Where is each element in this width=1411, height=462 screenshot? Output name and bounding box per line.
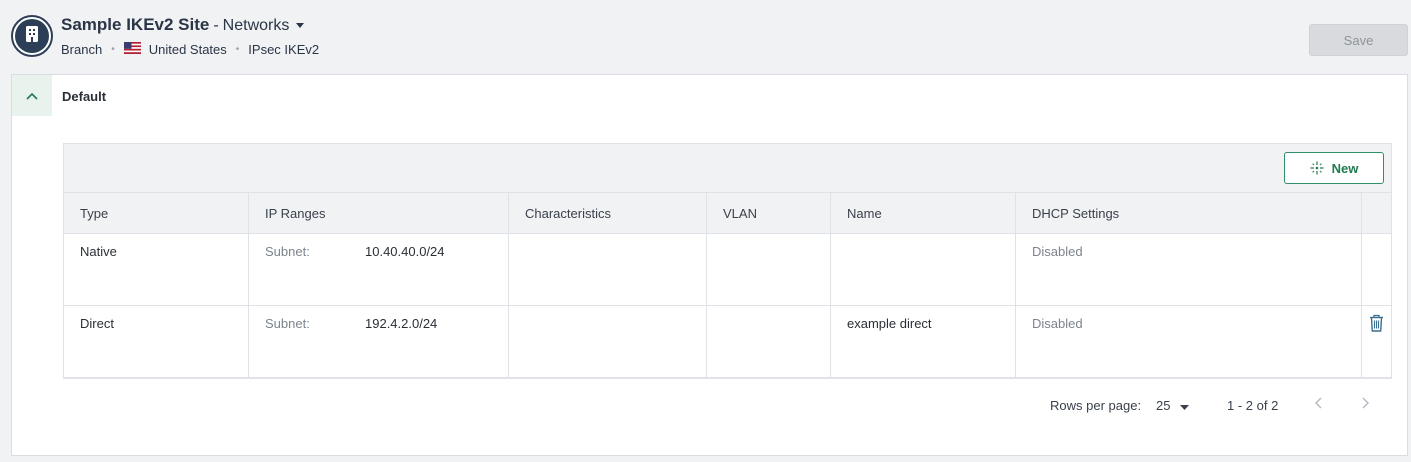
column-label: VLAN <box>723 206 757 221</box>
site-name: Sample IKEv2 Site <box>61 15 210 34</box>
network-type: Direct <box>80 316 114 331</box>
cell-characteristics <box>509 306 707 377</box>
site-country: United States <box>148 42 227 57</box>
networks-table: New Type IP Ranges Characteristics VLAN … <box>63 143 1392 379</box>
cell-ip-ranges: Subnet: 192.4.2.0/24 <box>249 306 509 377</box>
save-button[interactable]: Save <box>1309 24 1408 56</box>
column-header-characteristics[interactable]: Characteristics <box>509 193 707 233</box>
dhcp-status: Disabled <box>1032 316 1083 331</box>
column-label: Characteristics <box>525 206 611 221</box>
cell-type: Native <box>64 234 249 305</box>
column-label: DHCP Settings <box>1032 206 1120 221</box>
sparkle-icon <box>1310 161 1324 175</box>
network-type: Native <box>80 244 117 259</box>
collapse-toggle[interactable] <box>12 75 52 116</box>
caret-down-icon[interactable] <box>296 15 305 33</box>
subnet-value: 192.4.2.0/24 <box>365 316 438 331</box>
column-header-ip-ranges[interactable]: IP Ranges <box>249 193 509 233</box>
column-header-actions <box>1362 193 1391 233</box>
table-header: Type IP Ranges Characteristics VLAN Name… <box>64 193 1391 234</box>
table-row[interactable]: Direct Subnet: 192.4.2.0/24 example dire… <box>64 306 1391 378</box>
column-header-type[interactable]: Type <box>64 193 249 233</box>
rows-per-page-value: 25 <box>1156 398 1171 413</box>
column-label: Type <box>80 206 109 221</box>
dhcp-status: Disabled <box>1032 244 1083 259</box>
chevron-left-icon[interactable] <box>1314 395 1324 414</box>
column-header-vlan[interactable]: VLAN <box>707 193 831 233</box>
meta-dot: • <box>111 44 115 55</box>
cell-dhcp: Disabled <box>1016 306 1362 377</box>
group-title: Default <box>62 89 107 104</box>
subnet-label: Subnet: <box>265 316 310 331</box>
subnet-value: 10.40.40.0/24 <box>365 244 445 259</box>
cell-ip-ranges: Subnet: 10.40.40.0/24 <box>249 234 509 305</box>
site-avatar <box>11 15 53 57</box>
cell-name <box>831 234 1016 305</box>
column-header-name[interactable]: Name <box>831 193 1016 233</box>
cell-vlan <box>707 306 831 377</box>
column-label: IP Ranges <box>265 206 326 221</box>
rows-per-page-label: Rows per page: <box>1050 398 1142 413</box>
cell-actions <box>1362 234 1391 305</box>
cell-dhcp: Disabled <box>1016 234 1362 305</box>
caret-down-icon <box>1170 398 1190 413</box>
table-row[interactable]: Native Subnet: 10.40.40.0/24 Disabled <box>64 234 1391 306</box>
chevron-up-icon <box>26 87 38 105</box>
cell-name: example direct <box>831 306 1016 377</box>
site-type: Branch <box>61 42 103 57</box>
page-title: Sample IKEv2 Site - Networks <box>61 15 305 35</box>
new-network-button[interactable]: New <box>1284 152 1384 184</box>
column-header-dhcp[interactable]: DHCP Settings <box>1016 193 1362 233</box>
page-range: 1 - 2 of 2 <box>1227 398 1279 413</box>
title-separator: - <box>213 17 219 34</box>
rows-per-page-select[interactable]: 25 <box>1156 398 1190 413</box>
trash-icon[interactable] <box>1369 314 1384 337</box>
cell-vlan <box>707 234 831 305</box>
site-connection: IPsec IKEv2 <box>248 42 320 57</box>
network-name: example direct <box>847 316 932 331</box>
us-flag-icon <box>123 41 141 57</box>
meta-dot: • <box>235 44 240 55</box>
page-header: Sample IKEv2 Site - Networks Branch • Un… <box>0 0 1411 74</box>
new-button-label: New <box>1331 160 1359 176</box>
cell-type: Direct <box>64 306 249 377</box>
chevron-right-icon[interactable] <box>1360 395 1370 414</box>
networks-panel: Default New Type IP Ranges Characteristi… <box>11 74 1408 456</box>
building-icon <box>24 25 40 48</box>
subnet-label: Subnet: <box>265 244 310 259</box>
cell-characteristics <box>509 234 707 305</box>
table-toolbar: New <box>64 144 1391 193</box>
pagination: Rows per page: 25 1 - 2 of 2 <box>12 393 1407 417</box>
site-meta: Branch • United States • IPsec IKEv2 <box>61 41 320 57</box>
section-selector[interactable]: Networks <box>223 17 290 35</box>
column-label: Name <box>847 206 882 221</box>
